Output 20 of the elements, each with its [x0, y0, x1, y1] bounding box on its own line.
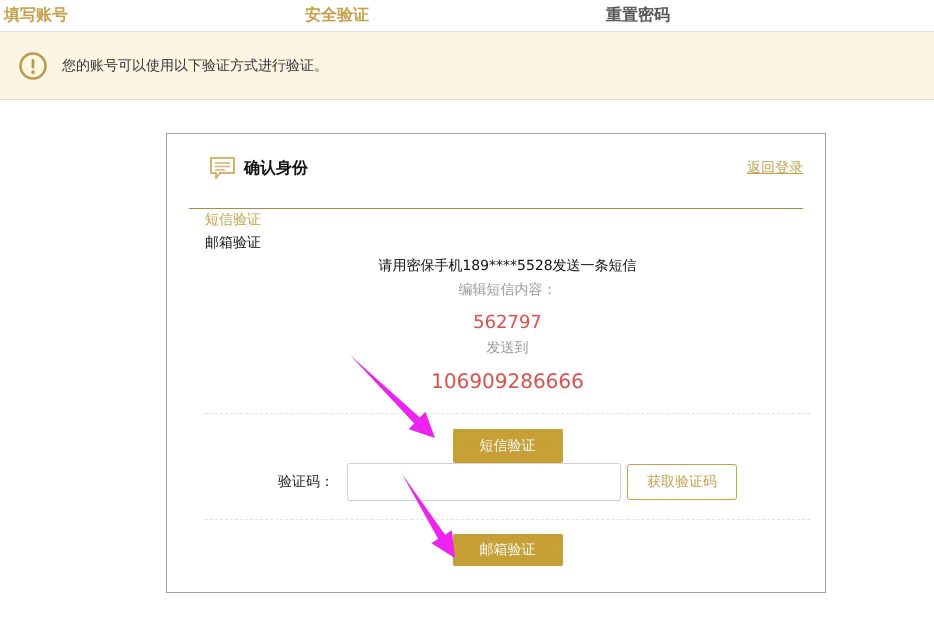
method-tab[interactable]: 邮箱验证	[205, 232, 261, 255]
email-verify-button[interactable]: 邮箱验证	[452, 534, 562, 566]
message-icon	[210, 157, 235, 179]
sms-verify-button[interactable]: 短信验证	[452, 429, 562, 463]
warning-icon	[19, 52, 47, 80]
step-label: 重置密码	[606, 5, 670, 26]
get-code-button[interactable]: 获取验证码	[627, 464, 737, 500]
step-label: 安全验证	[305, 5, 369, 26]
back-to-login-link[interactable]: 返回登录	[747, 159, 803, 177]
code-input[interactable]	[347, 463, 621, 501]
method-tab[interactable]: 短信验证	[205, 209, 261, 232]
code-label: 验证码：	[278, 473, 330, 491]
sms-content-label: 编辑短信内容：	[458, 281, 556, 300]
sms-instruction: 请用密保手机189****5528发送一条短信	[378, 257, 637, 276]
card-title: 确认身份	[244, 158, 308, 178]
sms-content: 562797	[473, 311, 542, 335]
step-label: 填写账号	[4, 5, 68, 26]
send-to-number: 106909286666	[431, 368, 584, 395]
send-to-label: 发送到	[486, 339, 528, 358]
notice-text: 您的账号可以使用以下验证方式进行验证。	[62, 56, 328, 74]
